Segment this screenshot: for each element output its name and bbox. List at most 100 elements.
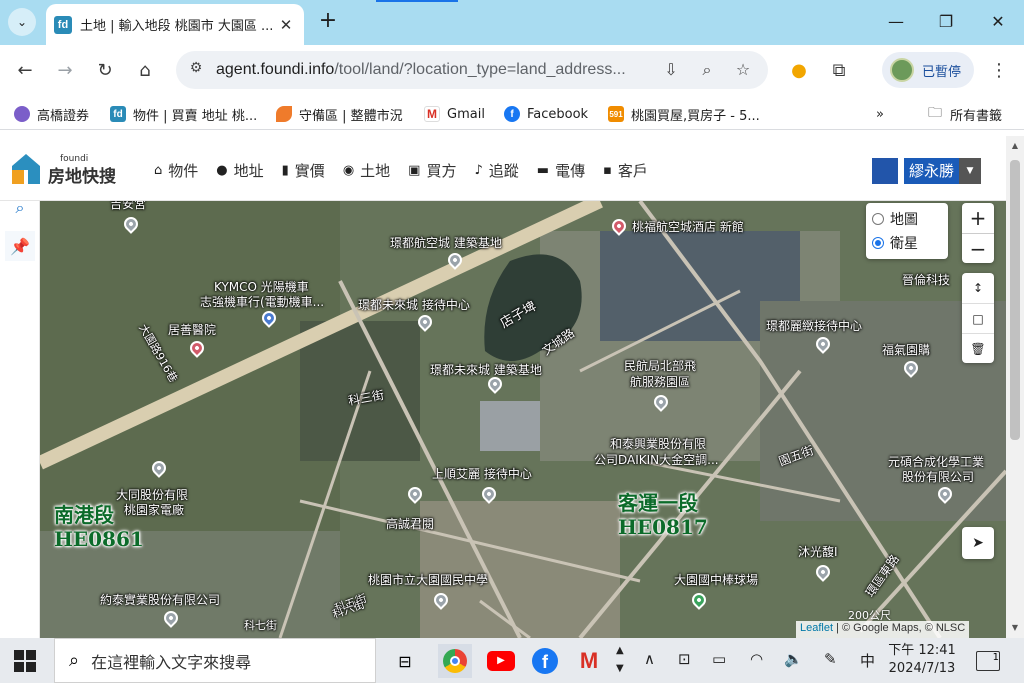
wifi-icon[interactable]: ◠	[750, 650, 763, 668]
tab-title: 土地 | 輸入地段 桃園市 大園區 ...	[80, 19, 274, 34]
chrome-icon[interactable]	[438, 644, 472, 678]
back-icon[interactable]: ←	[12, 57, 38, 83]
windows-start-icon[interactable]	[14, 650, 36, 672]
map-label: 股份有限公司	[902, 470, 975, 484]
bookmark-item[interactable]: fd 物件 | 買賣 地址 桃...	[110, 104, 257, 124]
gmail-icon[interactable]: M	[572, 644, 606, 678]
logo-house-icon	[10, 152, 42, 186]
zoom-in-button[interactable]: +	[962, 203, 994, 233]
draw-toolbar: ↕ □ 🗑	[962, 273, 994, 363]
radio-map[interactable]	[872, 213, 884, 225]
site-logo[interactable]: foundi 房地快搜	[10, 150, 116, 187]
globe-icon	[14, 106, 30, 122]
tab-indicator	[376, 0, 458, 2]
all-bookmarks[interactable]: 🗀 所有書籤	[928, 104, 1002, 124]
nav-item-tracking[interactable]: ♪ 追蹤	[474, 160, 518, 181]
tab-search-button[interactable]: ⌄	[8, 8, 36, 36]
bookmark-item[interactable]: 591 桃園買屋,買房子 - 5...	[608, 104, 760, 124]
delete-icon[interactable]: 🗑	[962, 333, 994, 363]
scroll-thumb[interactable]	[1010, 160, 1020, 440]
map-label: 高誠君閱	[386, 517, 435, 531]
bookmark-item[interactable]: f Facebook	[504, 104, 588, 124]
minimize-icon[interactable]: —	[884, 10, 908, 34]
task-view-icon[interactable]: ⊟	[388, 644, 422, 678]
battery-icon[interactable]: ▭	[712, 650, 726, 668]
profile-button[interactable]: 已暫停	[882, 52, 974, 88]
zoom-out-button[interactable]: −	[962, 233, 994, 263]
user-menu[interactable]: 繆永勝 ▼	[872, 158, 982, 184]
ime-indicator[interactable]: 中	[860, 650, 875, 671]
nav-item-clients[interactable]: ▪ 客戶	[603, 160, 648, 181]
nav-item-buyers[interactable]: ▣ 買方	[408, 160, 456, 181]
zoom-icon[interactable]: ⌕	[696, 60, 718, 80]
map-label: 璟都麗緻接待中心	[766, 319, 863, 333]
tab-favicon: fd	[54, 15, 72, 34]
site-info-icon[interactable]: ⚙	[186, 60, 206, 80]
nav-item-address[interactable]: ● 地址	[216, 160, 263, 181]
notification-icon[interactable]: 1	[976, 651, 1000, 671]
extensions-icon[interactable]: ⧉	[826, 57, 852, 83]
layer-option-map[interactable]: 地圖	[872, 207, 942, 231]
layer-option-satellite[interactable]: 衛星	[872, 231, 942, 255]
land-section-label[interactable]: 南港段 HE0861	[54, 503, 144, 551]
reload-icon[interactable]: ↻	[92, 57, 118, 83]
install-icon[interactable]: ⇩	[660, 60, 682, 80]
locate-icon[interactable]: ➤	[962, 527, 994, 559]
map-label: 科七街	[244, 619, 277, 632]
bookmark-item[interactable]: 高橋證券	[14, 104, 89, 124]
menu-icon[interactable]: ⋮	[986, 57, 1012, 83]
pushpin-icon[interactable]: 📌	[5, 231, 35, 261]
radio-satellite[interactable]	[872, 237, 884, 249]
address-bar[interactable]: ⚙ agent.foundi.info/tool/land/?location_…	[176, 51, 768, 89]
meet-now-icon[interactable]: ⊡	[678, 650, 691, 668]
nav-item-land[interactable]: ◉ 土地	[343, 160, 390, 181]
fax-icon: ▬	[536, 163, 550, 178]
taskbar-search[interactable]: ⌕ 在這裡輸入文字來搜尋	[54, 638, 376, 683]
volume-icon[interactable]: 🔈	[784, 650, 803, 668]
web-page: foundi 房地快搜 ⌂ 物件 ● 地址 ▮ 實價 ◉ 土地 ▣ 買方 ♪ 追蹤 ▬ 電傳 …	[0, 136, 1024, 638]
map-label: 大園國中棒球場	[674, 573, 759, 587]
zoom-control: + −	[962, 203, 994, 263]
more-bookmarks-icon[interactable]: »	[876, 104, 884, 124]
youtube-icon[interactable]: ▶	[484, 644, 518, 678]
draw-rectangle-icon[interactable]: □	[962, 303, 994, 333]
forward-icon[interactable]: →	[52, 57, 78, 83]
facebook-icon[interactable]: f	[528, 644, 562, 678]
close-window-icon[interactable]: ✕	[986, 10, 1010, 34]
extension-pin-icon[interactable]: ●	[786, 57, 812, 83]
avatar	[890, 58, 914, 82]
nav-item-fax[interactable]: ▬ 電傳	[537, 160, 585, 181]
nav-item-listings[interactable]: ⌂ 物件	[154, 160, 198, 181]
map-label: 和泰興業股份有限	[610, 437, 707, 451]
search-icon[interactable]: ⌕	[5, 193, 35, 223]
map-attribution: Leaflet | © Google Maps, © NLSC	[796, 621, 970, 638]
nav-item-actual-price[interactable]: ▮ 實價	[282, 160, 325, 181]
satellite-map[interactable]: 吉安宮 桃福航空城酒店 新館 璟都航空城 建築基地 KYMCO 光陽機車 志強機…	[40, 201, 1006, 638]
scroll-up-icon[interactable]: ▲	[1006, 138, 1024, 154]
measure-line-icon[interactable]: ↕	[962, 273, 994, 303]
taskbar-clock[interactable]: 下午 12:41 2024/7/13	[880, 642, 964, 678]
chevron-down-icon[interactable]: ▼	[959, 158, 982, 184]
page-scrollbar[interactable]: ▲ ▼	[1006, 136, 1024, 638]
map-label: 璟都未來城 建築基地	[430, 363, 542, 377]
map-label: 璟都航空城 建築基地	[390, 236, 502, 250]
new-tab-button[interactable]: +	[316, 10, 340, 34]
scroll-down-icon[interactable]: ▼	[1006, 620, 1024, 636]
tab-close-icon[interactable]: ✕	[276, 16, 296, 34]
pen-icon[interactable]: ✎	[824, 650, 837, 668]
taskbar-scroll-icon[interactable]: ▲ ▼	[616, 642, 624, 678]
map-label: 約泰實業股份有限公司	[100, 593, 221, 607]
url-text[interactable]: agent.foundi.info/tool/land/?location_ty…	[216, 61, 656, 79]
active-tab[interactable]: fd 土地 | 輸入地段 桃園市 大園區 ... ✕	[46, 4, 304, 45]
home-icon[interactable]: ⌂	[132, 57, 158, 83]
search-icon: ⌕	[69, 650, 80, 671]
bookmark-item[interactable]: M Gmail	[424, 104, 485, 124]
bookmark-star-icon[interactable]: ☆	[732, 60, 754, 80]
restore-icon[interactable]: ❐	[934, 10, 958, 34]
bookmark-item[interactable]: 守備區 | 整體市況	[276, 104, 403, 124]
bookmarks-bar: 高橋證券 fd 物件 | 買賣 地址 桃... 守備區 | 整體市況 M Gmail…	[0, 96, 1024, 130]
map-label: 璟都未來城 接待中心	[358, 298, 470, 312]
tray-overflow-icon[interactable]: ∧	[644, 650, 655, 668]
leaflet-link[interactable]: Leaflet	[800, 622, 833, 634]
land-section-label[interactable]: 客運一段 HE0817	[618, 491, 708, 539]
